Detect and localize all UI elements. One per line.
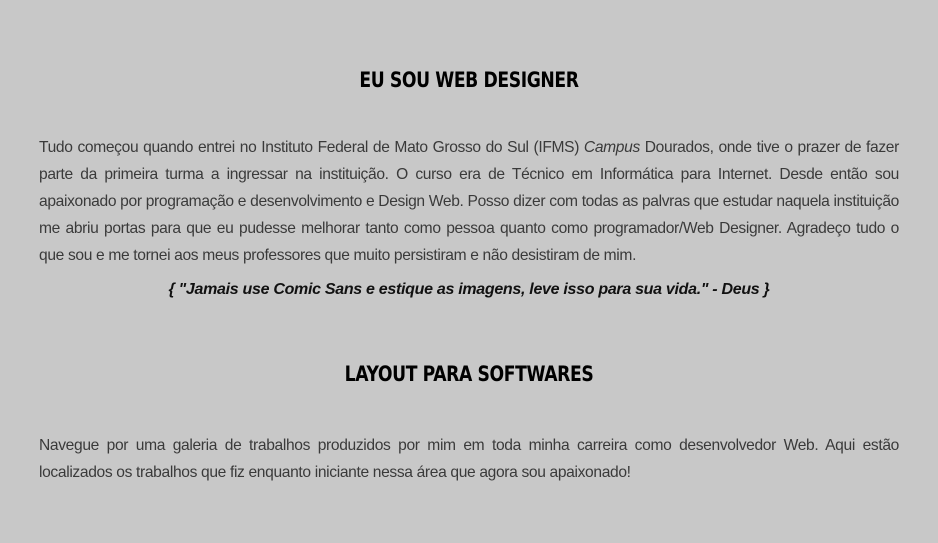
about-quote: { "Jamais use Comic Sans e estique as im… — [168, 281, 770, 298]
page: EU SOU WEB DESIGNER Tudo começou quando … — [0, 0, 938, 543]
software-layout-paragraph: Navegue por uma galeria de trabalhos pro… — [39, 437, 899, 481]
software-layout-section: LAYOUT PARA SOFTWARES Navegue por uma ga… — [39, 302, 899, 486]
about-paragraph-campus: Campus — [583, 139, 640, 156]
about-paragraph: Tudo começou quando entrei no Instituto … — [39, 134, 899, 269]
about-paragraph-end: Dourados, onde tive o prazer de fazer pa… — [39, 139, 899, 264]
software-layout-heading: LAYOUT PARA SOFTWARES — [344, 362, 594, 386]
about-paragraph-start: Tudo começou quando entrei no Instituto … — [39, 139, 584, 156]
about-heading: EU SOU WEB DESIGNER — [359, 68, 579, 92]
about-section: EU SOU WEB DESIGNER Tudo começou quando … — [39, 0, 899, 302]
